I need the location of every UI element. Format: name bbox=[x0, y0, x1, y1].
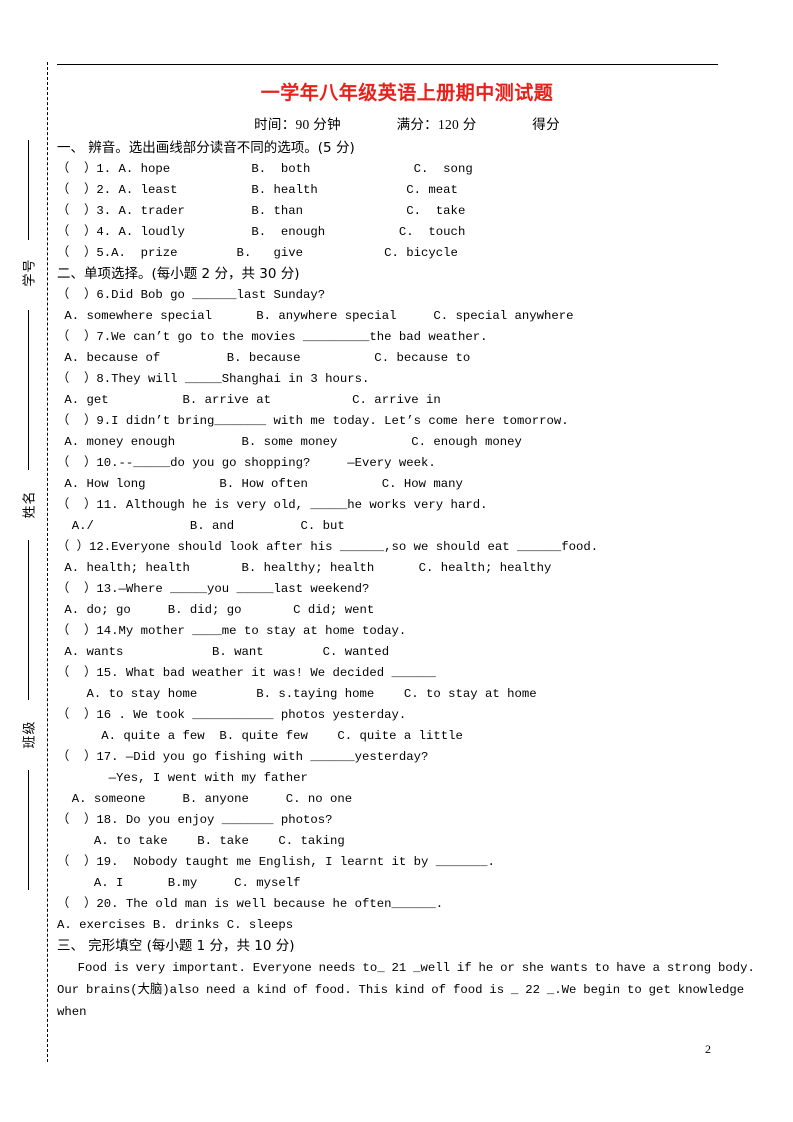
seal-rule-segment-1 bbox=[28, 140, 29, 240]
exam-content: 一、 辨音。选出画线部分读音不同的选项。(5 分) （ ）1. A. hope … bbox=[57, 138, 757, 1023]
options-19: A. I B.my C. myself bbox=[57, 876, 301, 890]
question-18: （ ）18. Do you enjoy _______ photos? bbox=[57, 813, 333, 827]
question-3: （ ）3. A. trader B. than C. take bbox=[57, 204, 466, 218]
question-12: （ ）12.Everyone should look after his ___… bbox=[57, 540, 599, 554]
question-17: （ ）17. —Did you go fishing with ______ye… bbox=[57, 750, 429, 785]
options-16: A. quite a few B. quite few C. quite a l… bbox=[57, 729, 463, 743]
question-2: （ ）2. A. least B. health C. meat bbox=[57, 183, 458, 197]
seal-label-student-number: 学号 bbox=[22, 258, 38, 287]
options-12: A. health; health B. healthy; health C. … bbox=[57, 561, 552, 575]
question-10: （ ）10.--_____do you go shopping? —Every … bbox=[57, 456, 436, 470]
section-heading-2: 二、单项选择。(每小题 2 分，共 30 分) bbox=[57, 266, 300, 282]
page-body: 一学年八年级英语上册期中测试题 时间：90 分钟 满分：120 分 得分 一、 … bbox=[57, 0, 793, 1122]
options-14: A. wants B. want C. wanted bbox=[57, 645, 390, 659]
options-17: A. someone B. anyone C. no one bbox=[57, 792, 353, 806]
options-7: A. because of B. because C. because to bbox=[57, 351, 471, 365]
question-16: （ ）16 . We took ___________ photos yeste… bbox=[57, 708, 407, 722]
section-heading-3: 三、 完形填空 (每小题 1 分，共 10 分) bbox=[57, 938, 295, 954]
question-13: （ ）13.—Where _____you _____last weekend? bbox=[57, 582, 370, 596]
section-heading-1: 一、 辨音。选出画线部分读音不同的选项。(5 分) bbox=[57, 140, 355, 156]
question-19: （ ）19. Nobody taught me English, I learn… bbox=[57, 855, 495, 869]
options-9: A. money enough B. some money C. enough … bbox=[57, 435, 522, 449]
cloze-paragraph-line-2: Our brains(大脑)also need a kind of food. … bbox=[57, 983, 752, 1019]
question-1: （ ）1. A. hope B. both C. song bbox=[57, 162, 473, 176]
exam-duration: 时间：90 分钟 bbox=[254, 117, 341, 132]
seal-rule-segment-4 bbox=[28, 770, 29, 890]
question-4: （ ）4. A. loudly B. enough C. touch bbox=[57, 225, 466, 239]
options-11: A./ B. and C. but bbox=[57, 519, 345, 533]
seal-rule-segment-2 bbox=[28, 310, 29, 470]
question-15: （ ）15. What bad weather it was! We decid… bbox=[57, 666, 436, 680]
options-15: A. to stay home B. s.taying home C. to s… bbox=[57, 687, 537, 701]
exam-meta-line: 时间：90 分钟 满分：120 分 得分 bbox=[57, 113, 757, 133]
cloze-paragraph-line-1: Food is very important. Everyone needs t… bbox=[57, 961, 755, 975]
seal-line-margin: 学号 姓名 班级 bbox=[0, 0, 56, 1122]
seal-rule-segment-3 bbox=[28, 540, 29, 700]
question-5: （ ）5.A. prize B. give C. bicycle bbox=[57, 246, 458, 260]
page-title: 一学年八年级英语上册期中测试题 bbox=[260, 82, 554, 104]
question-7: （ ）7.We can’t go to the movies _________… bbox=[57, 330, 488, 344]
question-11: （ ）11. Although he is very old, _____he … bbox=[57, 498, 488, 512]
seal-dashed-line bbox=[47, 62, 48, 1062]
question-6: （ ）6.Did Bob go ______last Sunday? bbox=[57, 288, 326, 302]
options-20: A. exercises B. drinks C. sleeps bbox=[57, 918, 294, 932]
page-number: 2 bbox=[705, 1042, 711, 1056]
seal-label-class: 班级 bbox=[22, 720, 38, 749]
exam-score-box-label: 得分 bbox=[532, 117, 560, 132]
question-8: （ ）8.They will _____Shanghai in 3 hours. bbox=[57, 372, 370, 386]
header-rule bbox=[57, 64, 718, 65]
question-14: （ ）14.My mother ____me to stay at home t… bbox=[57, 624, 407, 638]
options-6: A. somewhere special B. anywhere special… bbox=[57, 309, 574, 323]
exam-full-marks: 满分：120 分 bbox=[396, 117, 477, 132]
question-20: （ ）20. The old man is well because he of… bbox=[57, 897, 444, 911]
question-9: （ ）9.I didn’t bring_______ with me today… bbox=[57, 414, 569, 428]
options-18: A. to take B. take C. taking bbox=[57, 834, 345, 848]
options-13: A. do; go B. did; go C did; went bbox=[57, 603, 375, 617]
options-8: A. get B. arrive at C. arrive in bbox=[57, 393, 441, 407]
seal-label-name: 姓名 bbox=[22, 490, 38, 519]
options-10: A. How long B. How often C. How many bbox=[57, 477, 463, 491]
